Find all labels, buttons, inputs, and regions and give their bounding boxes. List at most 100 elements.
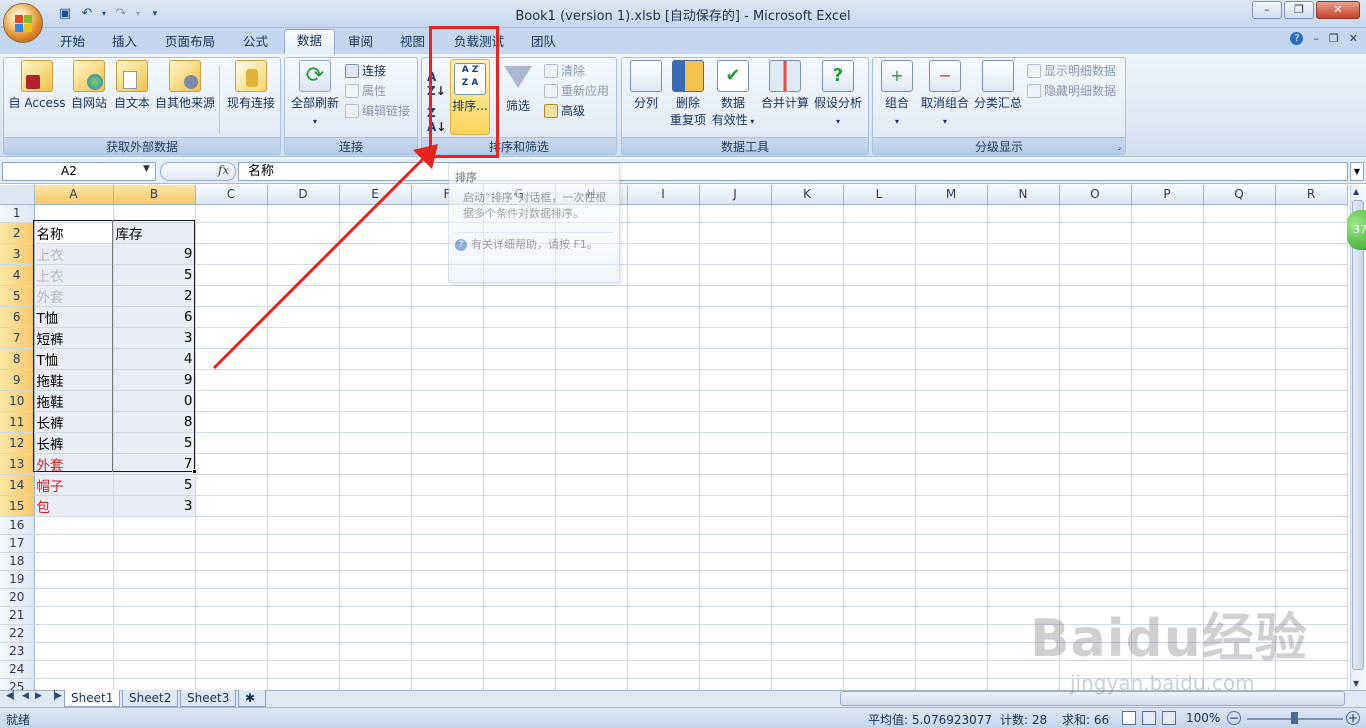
cell[interactable] bbox=[771, 606, 844, 625]
cell-a[interactable] bbox=[34, 624, 114, 643]
cell-a[interactable]: T恤 bbox=[34, 306, 114, 328]
cell-b[interactable]: 6 bbox=[113, 306, 196, 328]
cell[interactable] bbox=[555, 588, 628, 607]
cell[interactable] bbox=[483, 474, 556, 496]
cell[interactable] bbox=[1203, 390, 1276, 412]
cell[interactable] bbox=[339, 516, 412, 535]
cell-a[interactable]: 长裤 bbox=[34, 432, 114, 454]
cell[interactable] bbox=[843, 588, 916, 607]
what-if-analysis-button[interactable]: ? 假设分析 ▾ bbox=[812, 60, 864, 130]
cell[interactable] bbox=[267, 660, 340, 679]
cell[interactable] bbox=[771, 390, 844, 412]
cell[interactable] bbox=[627, 642, 700, 661]
cell[interactable] bbox=[699, 264, 772, 286]
cell[interactable] bbox=[627, 327, 700, 349]
cell[interactable] bbox=[411, 327, 484, 349]
cell[interactable] bbox=[699, 204, 772, 223]
column-header[interactable]: P bbox=[1131, 185, 1204, 205]
cell[interactable] bbox=[411, 432, 484, 454]
cell[interactable] bbox=[1203, 204, 1276, 223]
tab-insert[interactable]: 插入 bbox=[100, 31, 149, 54]
cell[interactable] bbox=[843, 660, 916, 679]
cell[interactable] bbox=[627, 432, 700, 454]
cell[interactable] bbox=[1059, 495, 1132, 517]
consolidate-button[interactable]: 合并计算 bbox=[760, 60, 810, 112]
cell-a[interactable] bbox=[34, 642, 114, 661]
cell[interactable] bbox=[1059, 570, 1132, 589]
cell[interactable] bbox=[483, 453, 556, 475]
cell[interactable] bbox=[1203, 453, 1276, 475]
cell[interactable] bbox=[843, 204, 916, 223]
cell-a[interactable] bbox=[34, 516, 114, 535]
cell[interactable] bbox=[195, 588, 268, 607]
cell[interactable] bbox=[339, 624, 412, 643]
cell[interactable] bbox=[771, 534, 844, 553]
cell[interactable] bbox=[195, 516, 268, 535]
cell[interactable] bbox=[915, 222, 988, 244]
cell[interactable] bbox=[339, 606, 412, 625]
column-header[interactable]: N bbox=[987, 185, 1060, 205]
cell-b[interactable] bbox=[113, 642, 196, 661]
cell[interactable] bbox=[843, 624, 916, 643]
cell-a[interactable]: 上衣 bbox=[34, 243, 114, 265]
cell-b[interactable] bbox=[113, 570, 196, 589]
cell[interactable] bbox=[843, 606, 916, 625]
cell[interactable] bbox=[1275, 570, 1348, 589]
cell[interactable] bbox=[195, 660, 268, 679]
next-sheet-icon[interactable]: ▶ bbox=[35, 691, 42, 701]
cell[interactable] bbox=[267, 243, 340, 265]
cell[interactable] bbox=[1275, 411, 1348, 433]
row-header[interactable]: 20 bbox=[0, 588, 35, 607]
cell[interactable] bbox=[267, 411, 340, 433]
cell[interactable] bbox=[1059, 222, 1132, 244]
cell[interactable] bbox=[195, 624, 268, 643]
cell[interactable] bbox=[411, 390, 484, 412]
cell[interactable] bbox=[195, 264, 268, 286]
cell[interactable] bbox=[1203, 285, 1276, 307]
cell[interactable] bbox=[267, 624, 340, 643]
cell[interactable] bbox=[987, 516, 1060, 535]
cell[interactable] bbox=[483, 534, 556, 553]
cell[interactable] bbox=[411, 474, 484, 496]
advanced-button[interactable]: 高级 bbox=[544, 101, 609, 121]
cell[interactable] bbox=[267, 306, 340, 328]
cell[interactable] bbox=[1275, 432, 1348, 454]
cell[interactable] bbox=[483, 516, 556, 535]
cell[interactable] bbox=[1275, 285, 1348, 307]
cell[interactable] bbox=[915, 642, 988, 661]
cell[interactable] bbox=[339, 390, 412, 412]
cell-b[interactable]: 9 bbox=[113, 369, 196, 391]
data-validation-button[interactable]: ✔ 数据 有效性 ▾ bbox=[710, 60, 756, 130]
cell[interactable] bbox=[483, 495, 556, 517]
cell[interactable] bbox=[771, 285, 844, 307]
cell[interactable] bbox=[1059, 474, 1132, 496]
cell-a[interactable]: 长裤 bbox=[34, 411, 114, 433]
cell[interactable] bbox=[627, 222, 700, 244]
cell[interactable] bbox=[843, 243, 916, 265]
cell-b[interactable]: 4 bbox=[113, 348, 196, 370]
cell[interactable] bbox=[555, 285, 628, 307]
tab-home[interactable]: 开始 bbox=[48, 31, 97, 54]
properties-button[interactable]: 属性 bbox=[345, 81, 410, 101]
cell[interactable] bbox=[1131, 222, 1204, 244]
tab-data[interactable]: 数据 bbox=[284, 29, 336, 55]
row-header[interactable]: 11 bbox=[0, 411, 35, 433]
cell-a[interactable] bbox=[34, 606, 114, 625]
scroll-down-icon[interactable]: ▼ bbox=[1353, 679, 1359, 688]
sheet-tab-sheet3[interactable]: Sheet3 bbox=[180, 690, 237, 707]
cell[interactable] bbox=[843, 306, 916, 328]
cell[interactable] bbox=[771, 348, 844, 370]
cell[interactable] bbox=[843, 474, 916, 496]
column-header[interactable]: Q bbox=[1203, 185, 1276, 205]
cell[interactable] bbox=[267, 327, 340, 349]
cell[interactable] bbox=[627, 285, 700, 307]
cell[interactable] bbox=[555, 348, 628, 370]
formula-input[interactable]: 名称 bbox=[238, 162, 1348, 181]
cell-a[interactable]: 外套 bbox=[34, 453, 114, 475]
cell[interactable] bbox=[843, 369, 916, 391]
cell-b[interactable]: 5 bbox=[113, 474, 196, 496]
cell[interactable] bbox=[555, 642, 628, 661]
cell[interactable] bbox=[1275, 204, 1348, 223]
column-header[interactable]: K bbox=[771, 185, 844, 205]
cell[interactable] bbox=[483, 411, 556, 433]
